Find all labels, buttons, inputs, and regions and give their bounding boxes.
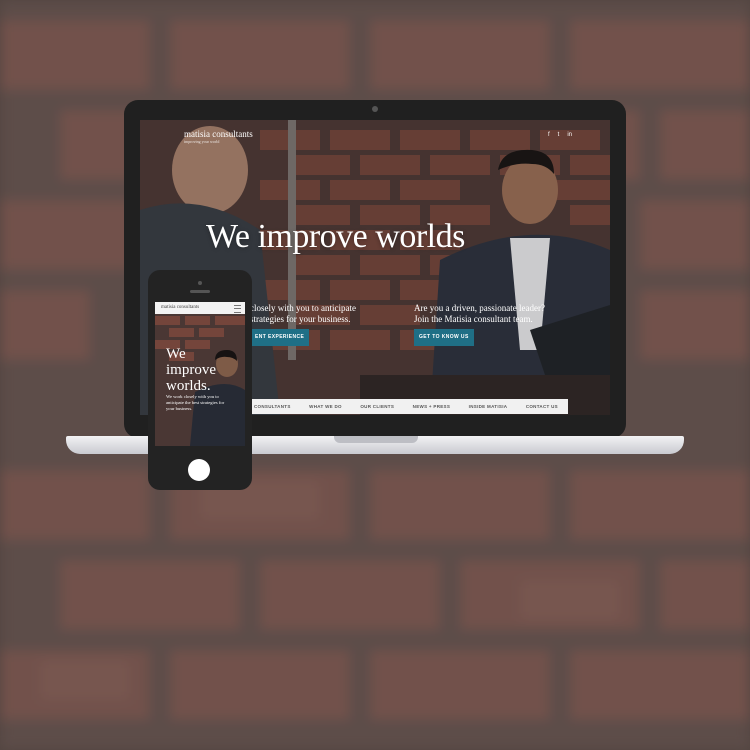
phone-screen: matisia consultants We improve worlds. W… [155, 302, 245, 446]
laptop-notch [334, 436, 418, 443]
nav-news-press[interactable]: NEWS + PRESS [413, 404, 450, 409]
mobile-logo[interactable]: matisia consultants [161, 305, 199, 310]
facebook-icon[interactable]: f [548, 132, 550, 138]
linkedin-icon[interactable]: in [567, 132, 572, 138]
home-button[interactable] [188, 459, 210, 481]
nav-consultants[interactable]: CONSULTANTS [254, 404, 291, 409]
mobile-hero-subtitle: We work closely with you to anticipate t… [166, 394, 225, 411]
laptop-camera [372, 106, 378, 112]
nav-what-we-do[interactable]: WHAT WE DO [309, 404, 342, 409]
nav-contact-us[interactable]: CONTACT US [526, 404, 558, 409]
mobile-hero-title: We improve worlds. [166, 346, 216, 394]
hero-title: We improve worlds [206, 218, 465, 255]
main-nav: CONSULTANTS WHAT WE DO OUR CLIENTS NEWS … [244, 399, 568, 414]
right-intro: Are you a driven, passionate leader? Joi… [414, 303, 554, 346]
twitter-icon[interactable]: t [558, 132, 560, 138]
right-copy: Are you a driven, passionate leader? Joi… [414, 303, 545, 324]
hamburger-menu-icon[interactable] [234, 305, 241, 313]
client-experience-button[interactable]: ENT EXPERIENCE [250, 329, 310, 346]
phone-speaker [190, 290, 210, 293]
phone-device: matisia consultants We improve worlds. W… [148, 270, 252, 490]
left-intro: closely with you to anticipate strategie… [250, 303, 380, 346]
get-to-know-us-button[interactable]: GET TO KNOW US [414, 329, 474, 346]
nav-inside-matisia[interactable]: INSIDE MATISIA [469, 404, 508, 409]
mobile-header: matisia consultants [155, 302, 245, 314]
social-links: f t in [548, 132, 572, 138]
phone-camera [198, 281, 202, 285]
left-copy: closely with you to anticipate strategie… [250, 303, 356, 324]
nav-our-clients[interactable]: OUR CLIENTS [360, 404, 394, 409]
site-logo[interactable]: matisia consultants improving your world [184, 130, 253, 144]
